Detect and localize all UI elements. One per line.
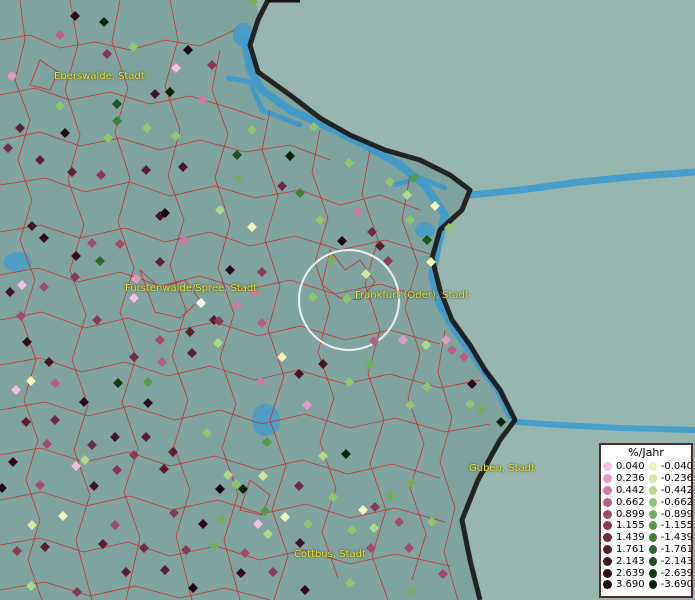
legend-entry: -0.899: [649, 509, 693, 520]
legend-value: -0.442: [660, 484, 693, 496]
legend-entry: 0.899: [603, 509, 647, 520]
legend-row: 0.442 -0.442: [603, 485, 693, 497]
legend-swatch: [603, 580, 612, 590]
legend-row: 0.662 -0.662: [603, 496, 693, 508]
legend-swatch: [603, 521, 612, 531]
legend-entry: 1.155: [603, 520, 647, 531]
lake-east: [415, 222, 435, 238]
legend-entry: -2.143: [649, 556, 693, 567]
legend-value: 1.155: [616, 520, 645, 532]
legend-swatch: [649, 462, 657, 472]
legend-swatch: [603, 485, 612, 495]
legend-entry: 2.639: [603, 568, 647, 579]
legend-swatch: [649, 474, 657, 484]
legend-value: -1.155: [660, 520, 693, 532]
legend-value: -1.439: [660, 532, 693, 544]
legend-swatch: [649, 509, 657, 519]
city-label-guben[interactable]: Guben, Stadt: [469, 463, 535, 474]
legend-value: 0.040: [616, 461, 645, 473]
legend-entry: 0.662: [603, 497, 647, 508]
legend-entry: 0.040: [603, 461, 647, 472]
legend-value: -1.761: [660, 543, 693, 555]
legend-entry: 2.143: [603, 556, 647, 567]
legend-row: 3.690 -3.690: [603, 579, 693, 591]
legend-value: -2.143: [660, 555, 693, 567]
legend-entry: -0.662: [649, 497, 693, 508]
legend-row: 1.761 -1.761: [603, 544, 693, 556]
legend-value: 2.143: [616, 555, 645, 567]
legend-value: 3.690: [616, 579, 645, 591]
city-label-fuerstenwalde[interactable]: Fürstenwalde/Spree, Stadt: [125, 283, 257, 294]
city-label-frankfurt[interactable]: Frankfurt (Oder), Stadt: [355, 290, 469, 301]
legend-value: -2.639: [660, 567, 693, 579]
legend-row: 1.439 -1.439: [603, 532, 693, 544]
legend-swatch: [649, 485, 657, 495]
legend-value: -3.690: [660, 579, 693, 591]
legend-swatch: [603, 533, 612, 543]
legend-row: 0.040 -0.040: [603, 461, 693, 473]
legend-rows: 0.040 -0.040 0.236 -0.236 0.442 -0.442 0.662 -0…: [603, 461, 693, 591]
map-legend: %/Jahr 0.040 -0.040 0.236 -0.236 0.442 -0.442…: [599, 443, 693, 598]
legend-value: -0.899: [660, 508, 693, 520]
legend-value: 0.899: [616, 508, 645, 520]
legend-value: -0.662: [660, 496, 693, 508]
legend-swatch: [603, 544, 612, 554]
legend-swatch: [603, 462, 612, 472]
legend-swatch: [649, 521, 657, 531]
legend-swatch: [603, 474, 612, 484]
map-canvas[interactable]: [0, 0, 695, 600]
legend-swatch: [649, 568, 657, 578]
legend-entry: 0.442: [603, 485, 647, 496]
lake-south: [252, 404, 280, 436]
legend-value: 0.236: [616, 473, 645, 485]
legend-entry: 3.690: [603, 579, 647, 590]
legend-value: 1.439: [616, 532, 645, 544]
legend-swatch: [649, 556, 657, 566]
map-view[interactable]: Eberswalde, Stadt Fürstenwalde/Spree, St…: [0, 0, 695, 600]
legend-entry: -0.236: [649, 473, 693, 484]
legend-row: 2.143 -2.143: [603, 555, 693, 567]
legend-swatch: [603, 497, 612, 507]
legend-entry: 0.236: [603, 473, 647, 484]
legend-entry: -2.639: [649, 568, 693, 579]
legend-swatch: [603, 509, 612, 519]
legend-entry: -1.155: [649, 520, 693, 531]
legend-value: 1.761: [616, 543, 645, 555]
legend-swatch: [649, 497, 657, 507]
legend-value: -0.236: [660, 473, 693, 485]
legend-title: %/Jahr: [628, 446, 664, 459]
city-label-cottbus[interactable]: Cottbus, Stadt: [294, 549, 366, 560]
legend-value: 0.442: [616, 484, 645, 496]
legend-row: 2.639 -2.639: [603, 567, 693, 579]
legend-swatch: [649, 533, 657, 543]
legend-entry: -1.439: [649, 532, 693, 543]
legend-entry: -0.442: [649, 485, 693, 496]
legend-entry: -3.690: [649, 579, 693, 590]
legend-entry: -1.761: [649, 544, 693, 555]
legend-entry: 1.761: [603, 544, 647, 555]
legend-entry: -0.040: [649, 461, 693, 472]
legend-value: 2.639: [616, 567, 645, 579]
legend-row: 0.899 -0.899: [603, 508, 693, 520]
city-label-eberswalde[interactable]: Eberswalde, Stadt: [54, 71, 145, 82]
legend-value: 0.662: [616, 496, 645, 508]
legend-swatch: [649, 544, 657, 554]
legend-row: 1.155 -1.155: [603, 520, 693, 532]
legend-swatch: [603, 568, 612, 578]
legend-row: 0.236 -0.236: [603, 473, 693, 485]
lake-west: [4, 252, 32, 272]
legend-value: -0.040: [660, 461, 693, 473]
legend-entry: 1.439: [603, 532, 647, 543]
legend-swatch: [603, 556, 612, 566]
legend-swatch: [649, 580, 657, 590]
